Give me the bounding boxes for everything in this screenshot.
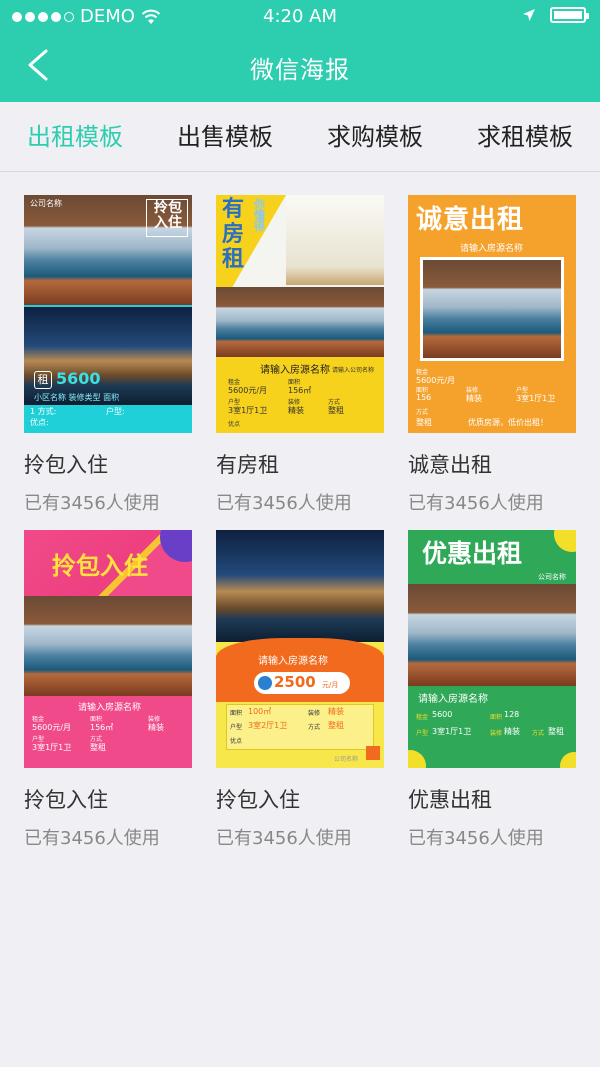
template-usage: 已有3456人使用 bbox=[408, 828, 544, 849]
poster-headline: 拎包入住 bbox=[52, 552, 148, 580]
poster-value: 3室2厅1卫 bbox=[248, 721, 288, 730]
status-bar: DEMO 4:20 AM bbox=[0, 0, 600, 34]
poster-key: 面积 bbox=[490, 714, 503, 721]
poster-field: 1 方式: bbox=[30, 407, 57, 416]
tab-lease-templates[interactable]: 求租模板 bbox=[450, 102, 600, 171]
poster-value: 整租 bbox=[416, 418, 432, 427]
poster-headline: 诚意出租 bbox=[416, 205, 525, 235]
template-title: 拎包入住 bbox=[216, 788, 300, 812]
template-thumbnail[interactable]: 诚意出租 请输入房源名称 租金 5600元/月 面积 156 装修 精装 户型 … bbox=[408, 195, 576, 433]
poster-name: 请输入房源名称 bbox=[258, 656, 328, 667]
template-thumbnail[interactable]: 请输入房源名称 2500 元/月 面积 100㎡ 装修 精装 户型 3室2厅1卫… bbox=[216, 530, 384, 768]
poster-value: 156 bbox=[416, 393, 432, 402]
poster-company: 公司名称 bbox=[538, 573, 566, 581]
template-tabs: 出租模板 出售模板 求购模板 求租模板 bbox=[0, 102, 600, 172]
poster-key: 户型 bbox=[416, 730, 429, 737]
poster-slogan: 优质房源，低价出租！ bbox=[468, 418, 548, 427]
poster-name: 请输入房源名称 bbox=[418, 694, 488, 705]
poster-key: 方式 bbox=[416, 409, 429, 416]
poster-value: 5600元/月 bbox=[32, 723, 72, 732]
status-right bbox=[522, 7, 589, 23]
template-card[interactable]: 公司名称 拎包入住 租 5600 小区名称 装修类型 面积 1 方式: 户型: … bbox=[24, 195, 192, 515]
page-title: 微信海报 bbox=[250, 56, 350, 84]
poster-company: 请输入公司名称 bbox=[332, 367, 375, 374]
poster-key: 户型 bbox=[230, 724, 243, 731]
template-usage: 已有3456人使用 bbox=[216, 828, 352, 849]
poster-line: 小区名称 装修类型 面积 bbox=[34, 393, 120, 402]
poster-value: 3室1厅1卫 bbox=[432, 727, 472, 736]
poster-headline: 优惠出租 bbox=[422, 539, 523, 568]
poster-unit: 元/月 bbox=[322, 681, 339, 689]
poster-headline: 有房租 bbox=[222, 197, 245, 272]
tab-sale-templates[interactable]: 出售模板 bbox=[150, 102, 300, 171]
poster-tag: 租 bbox=[34, 371, 52, 389]
poster-value: 3室1厅1卫 bbox=[516, 394, 556, 403]
poster-field: 优点: bbox=[30, 418, 49, 427]
header-bar: DEMO 4:20 AM 微信海报 bbox=[0, 0, 600, 102]
tab-buy-templates[interactable]: 求购模板 bbox=[300, 102, 450, 171]
poster-company: 公司名称 bbox=[334, 756, 359, 763]
poster-value: 整租 bbox=[548, 727, 564, 736]
template-card[interactable]: 请输入房源名称 2500 元/月 面积 100㎡ 装修 精装 户型 3室2厅1卫… bbox=[216, 530, 384, 850]
template-usage: 已有3456人使用 bbox=[216, 493, 352, 514]
poster-value: 整租 bbox=[328, 721, 344, 730]
location-arrow-icon bbox=[523, 9, 535, 21]
poster-key: 装修 bbox=[308, 710, 321, 717]
poster-key: 方式 bbox=[308, 724, 321, 731]
poster-value: 精装 bbox=[466, 394, 482, 403]
poster-key: 优点 bbox=[228, 421, 241, 428]
poster-subtitle: 你懂得 bbox=[254, 198, 265, 233]
poster-value: 精装 bbox=[288, 406, 304, 415]
poster-value: 128 bbox=[504, 710, 520, 719]
template-card[interactable]: 诚意出租 请输入房源名称 租金 5600元/月 面积 156 装修 精装 户型 … bbox=[408, 195, 576, 515]
poster-key: 面积 bbox=[230, 710, 243, 717]
poster-name: 请输入房源名称 bbox=[78, 703, 142, 713]
template-usage: 已有3456人使用 bbox=[408, 493, 544, 514]
template-title: 拎包入住 bbox=[24, 788, 108, 812]
poster-value: 精装 bbox=[328, 707, 344, 716]
poster-value: 精装 bbox=[504, 727, 520, 736]
template-usage: 已有3456人使用 bbox=[24, 828, 160, 849]
template-thumbnail[interactable]: 优惠出租 公司名称 请输入房源名称 租金 5600 面积 128 户型 3室1厅… bbox=[408, 530, 576, 768]
template-thumbnail[interactable]: 公司名称 拎包入住 租 5600 小区名称 装修类型 面积 1 方式: 户型: … bbox=[24, 195, 192, 433]
poster-value: 100㎡ bbox=[248, 707, 272, 716]
poster-price: 2500 bbox=[274, 673, 316, 691]
poster-value: 3室1厅1卫 bbox=[32, 743, 72, 752]
battery-icon bbox=[550, 7, 589, 23]
template-card[interactable]: 有房租 你懂得 请输入房源名称 请输入公司名称 租金 5600元/月 面积 15… bbox=[216, 195, 384, 515]
poster-value: 3室1厅1卫 bbox=[228, 406, 268, 415]
template-title: 优惠出租 bbox=[408, 788, 492, 812]
template-thumbnail[interactable]: 有房租 你懂得 请输入房源名称 请输入公司名称 租金 5600元/月 面积 15… bbox=[216, 195, 384, 433]
poster-value: 整租 bbox=[328, 406, 344, 415]
template-usage: 已有3456人使用 bbox=[24, 493, 160, 514]
poster-key: 租金 bbox=[416, 714, 429, 721]
poster-key: 方式 bbox=[532, 730, 545, 737]
poster-price: 5600 bbox=[56, 369, 101, 388]
template-title: 拎包入住 bbox=[24, 453, 108, 477]
poster-value: 5600 bbox=[432, 710, 453, 719]
poster-name: 请输入房源名称 bbox=[260, 365, 330, 376]
poster-name: 请输入房源名称 bbox=[460, 244, 524, 254]
poster-value: 156㎡ bbox=[90, 723, 114, 732]
template-thumbnail[interactable]: 拎包入住 请输入房源名称 租金 5600元/月 面积 156㎡ 装修 精装 户型… bbox=[24, 530, 192, 768]
template-title: 诚意出租 bbox=[408, 453, 492, 477]
tab-rent-templates[interactable]: 出租模板 bbox=[0, 102, 150, 171]
poster-value: 整租 bbox=[90, 743, 106, 752]
poster-key: 装修 bbox=[490, 730, 503, 737]
template-title: 有房租 bbox=[216, 453, 279, 477]
poster-value: 156㎡ bbox=[288, 386, 312, 395]
poster-key: 优点 bbox=[230, 738, 243, 745]
poster-value: 精装 bbox=[148, 723, 164, 732]
template-card[interactable]: 拎包入住 请输入房源名称 租金 5600元/月 面积 156㎡ 装修 精装 户型… bbox=[24, 530, 192, 850]
status-time: 4:20 AM bbox=[263, 6, 337, 27]
poster-company: 公司名称 bbox=[30, 199, 62, 208]
poster-value: 5600元/月 bbox=[228, 386, 268, 395]
poster-field: 户型: bbox=[106, 407, 125, 416]
template-card[interactable]: 优惠出租 公司名称 请输入房源名称 租金 5600 面积 128 户型 3室1厅… bbox=[408, 530, 576, 850]
poster-headline: 拎包入住 bbox=[154, 200, 182, 231]
